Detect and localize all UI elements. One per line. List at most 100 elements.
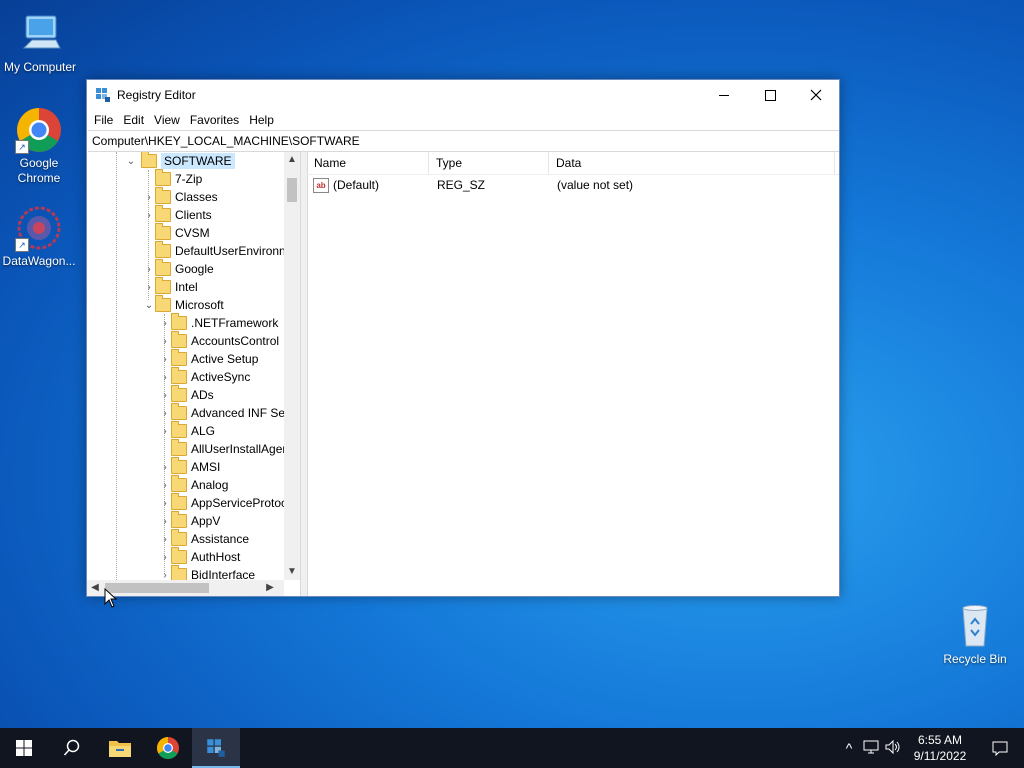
- chevron-right-icon[interactable]: ›: [159, 408, 171, 419]
- tree-item-activesync[interactable]: › ActiveSync: [159, 367, 250, 386]
- chevron-right-icon[interactable]: ›: [159, 570, 171, 581]
- chevron-right-icon[interactable]: ›: [159, 354, 171, 365]
- window-title: Registry Editor: [117, 88, 196, 102]
- chevron-right-icon[interactable]: ›: [143, 282, 155, 293]
- desktop-icon-recycle-bin[interactable]: Recycle Bin: [935, 602, 1015, 667]
- folder-icon: [171, 493, 187, 510]
- menu-edit[interactable]: Edit: [118, 113, 149, 127]
- panes: ⌄ SOFTWARE 7-Zip › Classes › Clients CVSM …: [87, 152, 839, 596]
- chevron-right-icon[interactable]: ›: [159, 534, 171, 545]
- tree-item-software[interactable]: ⌄ SOFTWARE: [125, 152, 235, 170]
- chrome-icon: [157, 737, 179, 759]
- chevron-right-icon[interactable]: ›: [159, 498, 171, 509]
- maximize-button[interactable]: [747, 80, 793, 110]
- scroll-thumb[interactable]: [287, 178, 297, 202]
- scroll-left-arrow-icon[interactable]: ◀: [87, 580, 103, 596]
- clock[interactable]: 6:55 AM 9/11/2022: [904, 732, 976, 764]
- menu-favorites[interactable]: Favorites: [185, 113, 244, 127]
- tree-item-google[interactable]: › Google: [143, 259, 214, 278]
- desktop-icon-my-computer[interactable]: My Computer: [0, 10, 80, 75]
- column-header-type[interactable]: Type: [429, 152, 549, 174]
- clock-date: 9/11/2022: [913, 749, 967, 763]
- close-button[interactable]: [793, 80, 839, 110]
- scroll-right-arrow-icon[interactable]: ▶: [262, 580, 278, 596]
- tree-item-alluserinstallagent[interactable]: AllUserInstallAger: [159, 439, 286, 458]
- chevron-right-icon[interactable]: ›: [159, 372, 171, 383]
- chevron-down-icon[interactable]: ⌄: [125, 156, 137, 167]
- address-path: Computer\HKEY_LOCAL_MACHINE\SOFTWARE: [92, 134, 360, 148]
- notification-center-button[interactable]: [976, 740, 1024, 756]
- tree-item-assistance[interactable]: › Assistance: [159, 529, 249, 548]
- tree-item-cvsm[interactable]: CVSM: [143, 223, 210, 242]
- tree-item-active-setup[interactable]: › Active Setup: [159, 349, 259, 368]
- network-icon[interactable]: [860, 740, 882, 757]
- minimize-button[interactable]: [701, 80, 747, 110]
- mouse-cursor-icon: [104, 588, 118, 608]
- column-header-name[interactable]: Name: [307, 152, 429, 174]
- tree-item-label: AuthHost: [191, 550, 241, 564]
- tree-item-appv[interactable]: › AppV: [159, 511, 221, 530]
- search-button[interactable]: [48, 728, 96, 768]
- menu-help[interactable]: Help: [244, 113, 279, 127]
- title-bar[interactable]: Registry Editor: [87, 80, 839, 110]
- address-bar[interactable]: Computer\HKEY_LOCAL_MACHINE\SOFTWARE: [88, 130, 839, 152]
- scroll-down-arrow-icon[interactable]: ▼: [284, 564, 300, 580]
- chevron-right-icon[interactable]: ›: [159, 516, 171, 527]
- chevron-right-icon[interactable]: ›: [159, 462, 171, 473]
- tree-item-amsi[interactable]: › AMSI: [159, 457, 221, 476]
- tree-item-advanced-inf-setup[interactable]: › Advanced INF Set: [159, 403, 289, 422]
- tree-item-authhost[interactable]: › AuthHost: [159, 547, 241, 566]
- tree-item-label: AppV: [191, 514, 221, 528]
- taskbar-chrome[interactable]: [144, 728, 192, 768]
- menu-view[interactable]: View: [149, 113, 185, 127]
- column-header-data[interactable]: Data: [549, 152, 835, 174]
- folder-icon: [155, 259, 171, 276]
- tree-item-label: Advanced INF Set: [191, 406, 289, 420]
- chevron-right-icon[interactable]: ›: [143, 210, 155, 221]
- tree-item-ads[interactable]: › ADs: [159, 385, 214, 404]
- chevron-right-icon[interactable]: ›: [159, 552, 171, 563]
- folder-icon: [171, 511, 187, 528]
- tree-item-label: AMSI: [191, 460, 221, 474]
- chevron-right-icon[interactable]: ›: [159, 426, 171, 437]
- taskbar-file-explorer[interactable]: [96, 728, 144, 768]
- volume-icon[interactable]: [882, 739, 904, 757]
- tree-item-appserviceprotocols[interactable]: › AppServiceProtoc: [159, 493, 287, 512]
- chevron-right-icon[interactable]: ›: [159, 318, 171, 329]
- tree-item-classes[interactable]: › Classes: [143, 187, 218, 206]
- chevron-right-icon[interactable]: ›: [159, 336, 171, 347]
- recycle-bin-icon: [951, 602, 999, 650]
- key-tree: ⌄ SOFTWARE 7-Zip › Classes › Clients CVSM …: [87, 152, 300, 596]
- tree-item-defaultuserenvironment[interactable]: DefaultUserEnvironn: [143, 241, 286, 260]
- chevron-right-icon[interactable]: ›: [159, 480, 171, 491]
- start-button[interactable]: [0, 728, 48, 768]
- list-row[interactable]: ab (Default) REG_SZ (value not set): [307, 175, 839, 195]
- chevron-right-icon[interactable]: ›: [143, 264, 155, 275]
- scroll-up-arrow-icon[interactable]: ▲: [284, 152, 300, 168]
- tree-item-label: Active Setup: [191, 352, 259, 366]
- folder-icon: [171, 349, 187, 366]
- chevron-down-icon[interactable]: ⌄: [143, 300, 155, 311]
- tree-item-microsoft[interactable]: ⌄ Microsoft: [143, 295, 224, 314]
- folder-icon: [155, 187, 171, 204]
- shortcut-arrow-icon: ↗: [15, 238, 29, 252]
- value-type: REG_SZ: [437, 178, 486, 192]
- tree-item-intel[interactable]: › Intel: [143, 277, 198, 296]
- folder-icon: [171, 547, 187, 564]
- desktop-icon-google-chrome[interactable]: ↗ Google Chrome: [0, 106, 79, 186]
- desktop-icon-datawagon[interactable]: ↗ DataWagon...: [0, 204, 79, 269]
- chevron-right-icon[interactable]: ›: [143, 192, 155, 203]
- menu-file[interactable]: File: [89, 113, 118, 127]
- scroll-thumb[interactable]: [105, 583, 209, 593]
- chevron-right-icon[interactable]: ›: [159, 390, 171, 401]
- value-name: (Default): [333, 178, 380, 192]
- tree-item-alg[interactable]: › ALG: [159, 421, 215, 440]
- taskbar-registry-editor[interactable]: [192, 728, 240, 768]
- show-hidden-icons-chevron-up-icon[interactable]: ^: [838, 740, 860, 756]
- tree-item-netframework[interactable]: › .NETFramework: [159, 313, 278, 332]
- tree-item-analog[interactable]: › Analog: [159, 475, 228, 494]
- tree-vertical-scrollbar[interactable]: ▲ ▼: [284, 152, 300, 580]
- tree-item-clients[interactable]: › Clients: [143, 205, 212, 224]
- tree-item-7zip[interactable]: 7-Zip: [143, 169, 202, 188]
- tree-item-accountscontrol[interactable]: › AccountsControl: [159, 331, 279, 350]
